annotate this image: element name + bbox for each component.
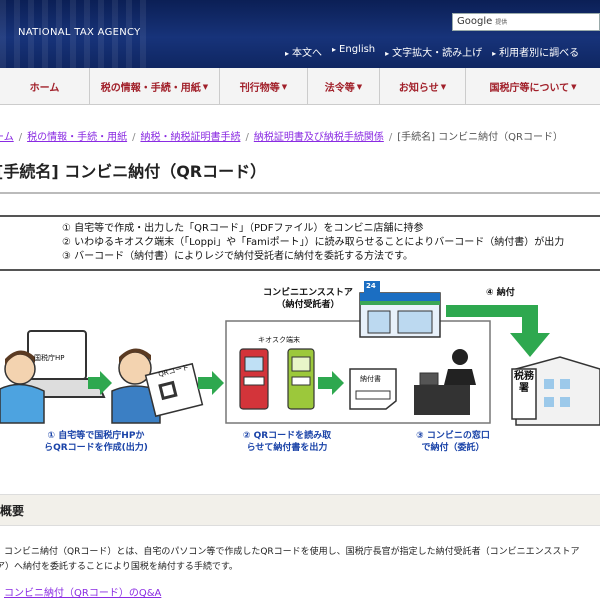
laptop-label: 国税庁HP [34, 354, 65, 362]
nav-publications[interactable]: 刊行物等 ▼ [220, 68, 308, 105]
step1-caption-line1: ① 自宅等で国税庁HPか [47, 431, 145, 441]
store-sign: 24 [366, 282, 376, 290]
kiosk-icon [239, 348, 269, 410]
process-diagram: 国税庁HP QRコード コンビニエンスストア （納付受託者） 24 キオスク端末 … [0, 273, 600, 488]
breadcrumb-payment[interactable]: 納税・納税証明書手続 [140, 132, 240, 143]
step3-caption: ③ コンビニの窓口 で納付（委託） [398, 430, 508, 454]
chevron-down-icon: ▼ [281, 82, 288, 91]
site-header: NATIONAL TAX AGENCY Google提供 本文へ English… [0, 0, 600, 68]
nav-laws[interactable]: 法令等 ▼ [308, 68, 380, 105]
overview-text-line2: ア）へ納付を委託することにより国税を納付する手続です。 [0, 562, 238, 572]
breadcrumb-current: [手続名] コンビニ納付（QRコード） [397, 132, 564, 143]
step-2: ② いわゆるキオスク端末（「Loppi」や「Famiポート」）に読み取らせること… [62, 237, 565, 248]
store-title-line1: コンビニエンスストア [263, 288, 353, 298]
nav-news-label: お知らせ [398, 83, 439, 94]
breadcrumb: ーム / 税の情報・手続・用紙 / 納税・納税証明書手続 / 納税証明書及び納税手続関係 / [… [0, 128, 563, 143]
nav-tax-info-label: 税の情報・手続・用紙 [100, 83, 201, 94]
breadcrumb-separator: / [18, 132, 23, 143]
search-brand: Google [457, 16, 493, 27]
search-input[interactable]: Google 提供 [452, 13, 600, 31]
chevron-down-icon: ▼ [571, 82, 577, 91]
nav-tax-info[interactable]: 税の情報・手続・用紙 ▼ [90, 68, 220, 105]
step-3: ③ バーコード（納付書）によりレジで納付受託者に納付を委託する方法です。 [62, 251, 413, 262]
slip-label: 納付書 [360, 375, 381, 383]
steps-box: ① 自宅等で作成・出力した「QRコード」（PDFファイル）をコンビニ店舗に持参 … [0, 215, 600, 271]
chevron-down-icon: ▼ [202, 82, 209, 91]
utility-link-by-user[interactable]: 利用者別に調べる [492, 44, 579, 59]
kiosk-label: キオスク端末 [258, 336, 300, 344]
nav-news[interactable]: お知らせ ▼ [380, 68, 466, 105]
store-title-line2: （納付受託者） [276, 300, 340, 310]
nav-home[interactable]: ホーム [0, 68, 90, 105]
kiosk-icon [287, 348, 315, 410]
step-1: ① 自宅等で作成・出力した「QRコード」（PDFファイル）をコンビニ店舗に持参 [62, 223, 424, 234]
agency-name[interactable]: NATIONAL TAX AGENCY [18, 27, 141, 38]
breadcrumb-home[interactable]: ーム [0, 132, 14, 143]
tax-office-label: 税務署 [514, 371, 534, 394]
utility-link-skip[interactable]: 本文へ [285, 44, 322, 59]
flow-arrow-icon [318, 371, 344, 395]
step1-caption: ① 自宅等で国税庁HPか らQRコードを作成(出力) [16, 430, 176, 454]
breadcrumb-certificate[interactable]: 納税証明書及び納税手続関係 [254, 132, 384, 143]
step2-caption-line1: ② QRコードを読み取 [242, 431, 332, 441]
chevron-down-icon: ▼ [356, 82, 363, 91]
nav-laws-label: 法令等 [324, 83, 355, 94]
breadcrumb-tax-info[interactable]: 税の情報・手続・用紙 [27, 132, 127, 143]
utility-link-text-size[interactable]: 文字拡大・読み上げ [385, 44, 482, 59]
nav-about-label: 国税庁等について [489, 83, 570, 94]
step3-caption-line1: ③ コンビニの窓口 [416, 431, 490, 441]
qa-link[interactable]: コンビニ納付（QRコード）のQ&A [4, 584, 161, 599]
step2-caption: ② QRコードを読み取 らせて納付書を出力 [222, 430, 352, 454]
register-clerk-icon [414, 349, 476, 415]
person-with-qr-icon [111, 348, 204, 424]
step2-caption-line2: らせて納付書を出力 [246, 443, 328, 453]
search-placeholder: 提供 [495, 19, 508, 26]
nav-about[interactable]: 国税庁等について ▼ [466, 68, 600, 105]
utility-link-english[interactable]: English [332, 44, 375, 59]
chevron-down-icon: ▼ [440, 82, 447, 91]
breadcrumb-separator: / [245, 132, 249, 143]
step1-caption-line2: らQRコードを作成(出力) [44, 443, 148, 453]
overview-heading: 概要 [0, 504, 25, 518]
breadcrumb-separator: / [388, 132, 393, 143]
store-title: コンビニエンスストア （納付受託者） [238, 287, 378, 311]
overview-header-bar [0, 494, 600, 526]
nav-home-label: ホーム [29, 83, 60, 94]
step3-caption-line2: で納付（委託） [421, 443, 485, 453]
nav-publications-label: 刊行物等 [239, 83, 280, 94]
flow-arrow-icon [198, 371, 224, 395]
global-nav: ホーム 税の情報・手続・用紙 ▼ 刊行物等 ▼ 法令等 ▼ お知らせ ▼ 国税庁等につい… [0, 68, 600, 105]
step4-label: ④ 納付 [486, 288, 515, 298]
title-divider [0, 192, 600, 194]
utility-links: 本文へ English 文字拡大・読み上げ 利用者別に調べる [285, 44, 579, 59]
breadcrumb-separator: / [132, 132, 136, 143]
page-title: [手続名] コンビニ納付（QRコード） [0, 162, 267, 181]
